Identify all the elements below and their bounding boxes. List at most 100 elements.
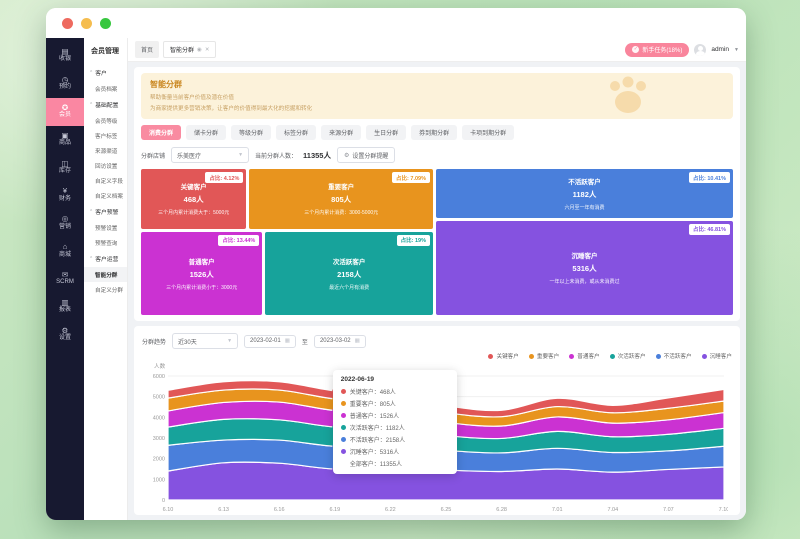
calendar-icon: ▦ (355, 338, 360, 344)
trend-filter-row: 分群趋势 近30天 ▼ 2023-02-01 ▦ 至 2023 (142, 333, 732, 349)
segment-tab-8[interactable]: 卡项到期分群 (462, 125, 514, 140)
menu-item[interactable]: 会员档案 (84, 81, 127, 96)
date-to-input[interactable]: 2023-03-02 ▦ (314, 335, 366, 348)
menu-group-title-2[interactable]: ⌃基础配置 (84, 96, 127, 113)
segment-tab-3[interactable]: 等级分群 (231, 125, 271, 140)
page-banner: 智能分群 帮助衡量当前客户价值及潜在价值 为商家提供更多营销决策，让客户的价值得… (141, 73, 733, 119)
gear-icon: ⚙ (344, 152, 349, 159)
legend-dot (610, 354, 615, 359)
module-item-10[interactable]: ▥报表 (46, 293, 84, 321)
close-tab-icon[interactable]: ✕ (205, 47, 210, 53)
legend-item-1[interactable]: 关键客户 (488, 352, 518, 360)
menu-item[interactable]: 会员等级 (84, 113, 127, 128)
menu-group-title-3[interactable]: ⌃客户预警 (84, 203, 127, 220)
legend-label: 普通客户 (577, 352, 599, 360)
chart-tooltip: 2022-06-19 关键客户：468人重要客户：805人普通客户：1526人次… (333, 370, 457, 474)
task-progress-pill[interactable]: ✓ 新手任务(18%) (625, 43, 689, 57)
segment-tab-5[interactable]: 来源分群 (321, 125, 361, 140)
module-item-9[interactable]: ✉SCRM (46, 265, 84, 293)
block-name: 关键客户 (181, 181, 207, 191)
date-from-input[interactable]: 2023-02-01 ▦ (244, 335, 296, 348)
block-name: 重要客户 (328, 181, 354, 191)
block-desc: 三个月内累计消费小于：3000元 (166, 284, 237, 291)
page-tab-1[interactable]: 首页 (135, 41, 159, 58)
module-sidebar: ▤收银◷预约✪会员▣商品◫库存¥财务◎营销⌂商城✉SCRM▥报表⚙设置 (46, 38, 84, 520)
tooltip-row: 普通客户：1526人 (341, 411, 449, 420)
finance-icon: ¥ (46, 186, 84, 195)
refresh-icon[interactable]: ◉ (197, 47, 202, 53)
date-range-select[interactable]: 近30天 ▼ (172, 333, 238, 349)
chevron-up-icon: ⌃ (89, 256, 93, 262)
close-window-button[interactable] (62, 18, 73, 29)
segment-tab-1[interactable]: 消费分群 (141, 125, 181, 140)
treemap-block-2[interactable]: 占比: 7.09%重要客户805人三个月内累计消费：3000-5000元 (249, 169, 433, 229)
menu-item[interactable]: 客户标签 (84, 128, 127, 143)
menu-item[interactable]: 自定义字段 (84, 173, 127, 188)
menu-item[interactable]: 预警查询 (84, 235, 127, 250)
group-count-label: 当前分群人数： (255, 151, 297, 160)
tooltip-row: 重要客户：805人 (341, 399, 449, 408)
calendar-icon: ▦ (285, 338, 290, 344)
menu-group-title-1[interactable]: ⌃客户 (84, 64, 127, 81)
module-item-2[interactable]: ◷预约 (46, 70, 84, 98)
module-item-8[interactable]: ⌂商城 (46, 237, 84, 265)
store-select[interactable]: 乐美医疗 ▼ (171, 147, 249, 163)
chevron-up-icon: ⌃ (89, 102, 93, 108)
legend-dot (569, 354, 574, 359)
menu-item[interactable]: 智能分群 (84, 267, 127, 282)
module-item-3[interactable]: ✪会员 (46, 98, 84, 126)
legend-item-2[interactable]: 重要客户 (529, 352, 559, 360)
treemap-row-1: 占比: 4.12%关键客户468人三个月内累计消费大于：5000元 占比: 7.0… (141, 169, 433, 229)
marketing-icon: ◎ (46, 214, 84, 223)
menu-item[interactable]: 自定义档案 (84, 188, 127, 203)
legend-dot (656, 354, 661, 359)
chevron-up-icon: ⌃ (89, 209, 93, 215)
page-content: 智能分群 帮助衡量当前客户价值及潜在价值 为商家提供更多营销决策，让客户的价值得… (128, 62, 746, 520)
sidebar-menu: ⌃客户会员档案⌃基础配置会员等级客户标签来源渠道回访设置自定义字段自定义档案⌃客… (84, 64, 127, 297)
svg-text:6.25: 6.25 (441, 507, 452, 513)
menu-group-label: 客户运营 (95, 254, 118, 263)
svg-text:6.13: 6.13 (218, 507, 229, 513)
module-item-7[interactable]: ◎营销 (46, 209, 84, 237)
treemap-block-5[interactable]: 占比: 10.41%不活跃客户1182人六月至一年有消费 (436, 169, 733, 218)
legend-label: 沉睡客户 (710, 352, 732, 360)
module-item-1[interactable]: ▤收银 (46, 42, 84, 70)
sidebar-title: 会员管理 (84, 38, 127, 64)
module-item-5[interactable]: ◫库存 (46, 154, 84, 182)
menu-item[interactable]: 来源渠道 (84, 143, 127, 158)
svg-text:5000: 5000 (153, 395, 165, 401)
page-tab-label: 首页 (141, 45, 153, 54)
segment-tab-2[interactable]: 储卡分群 (186, 125, 226, 140)
module-item-6[interactable]: ¥财务 (46, 181, 84, 209)
report-icon: ▥ (46, 298, 84, 307)
legend-item-4[interactable]: 次活跃客户 (610, 352, 646, 360)
menu-item[interactable]: 自定义分群 (84, 282, 127, 297)
segment-tab-7[interactable]: 券到期分群 (411, 125, 457, 140)
ratio-badge: 占比: 4.12% (205, 172, 243, 183)
segment-tab-4[interactable]: 标签分群 (276, 125, 316, 140)
segment-filter-row: 分群店铺 乐美医疗 ▼ 当前分群人数： 11355人 ⚙ 设置分群提醒 (141, 147, 733, 163)
minimize-window-button[interactable] (81, 18, 92, 29)
treemap-block-3[interactable]: 占比: 13.44%普通客户1526人三个月内累计消费小于：3000元 (141, 232, 262, 315)
page-tab-2[interactable]: 智能分群◉✕ (163, 41, 216, 58)
menu-group-title-4[interactable]: ⌃客户运营 (84, 250, 127, 267)
avatar[interactable] (694, 44, 706, 56)
module-item-11[interactable]: ⚙设置 (46, 321, 84, 349)
store-select-value: 乐美医疗 (177, 151, 201, 160)
menu-item[interactable]: 预警设置 (84, 220, 127, 235)
set-group-reminder-button[interactable]: ⚙ 设置分群提醒 (337, 147, 395, 163)
block-count: 1182人 (573, 189, 597, 200)
treemap-block-1[interactable]: 占比: 4.12%关键客户468人三个月内累计消费大于：5000元 (141, 169, 246, 229)
menu-item[interactable]: 回访设置 (84, 158, 127, 173)
treemap-block-4[interactable]: 占比: 19%次活跃客户2158人最近六个月有消费 (265, 232, 433, 315)
maximize-window-button[interactable] (100, 18, 111, 29)
legend-item-6[interactable]: 沉睡客户 (702, 352, 732, 360)
chevron-down-icon[interactable]: ▼ (734, 47, 739, 53)
treemap-block-6[interactable]: 占比: 46.81%沉睡客户5316人一年以上未消费，或从未消费过 (436, 221, 733, 315)
module-item-4[interactable]: ▣商品 (46, 126, 84, 154)
segment-tab-6[interactable]: 生日分群 (366, 125, 406, 140)
legend-item-5[interactable]: 不活跃客户 (656, 352, 692, 360)
ratio-badge: 占比: 7.09% (392, 172, 430, 183)
legend-item-3[interactable]: 普通客户 (569, 352, 599, 360)
tooltip-row: 全部客户：11355人 (341, 459, 449, 468)
